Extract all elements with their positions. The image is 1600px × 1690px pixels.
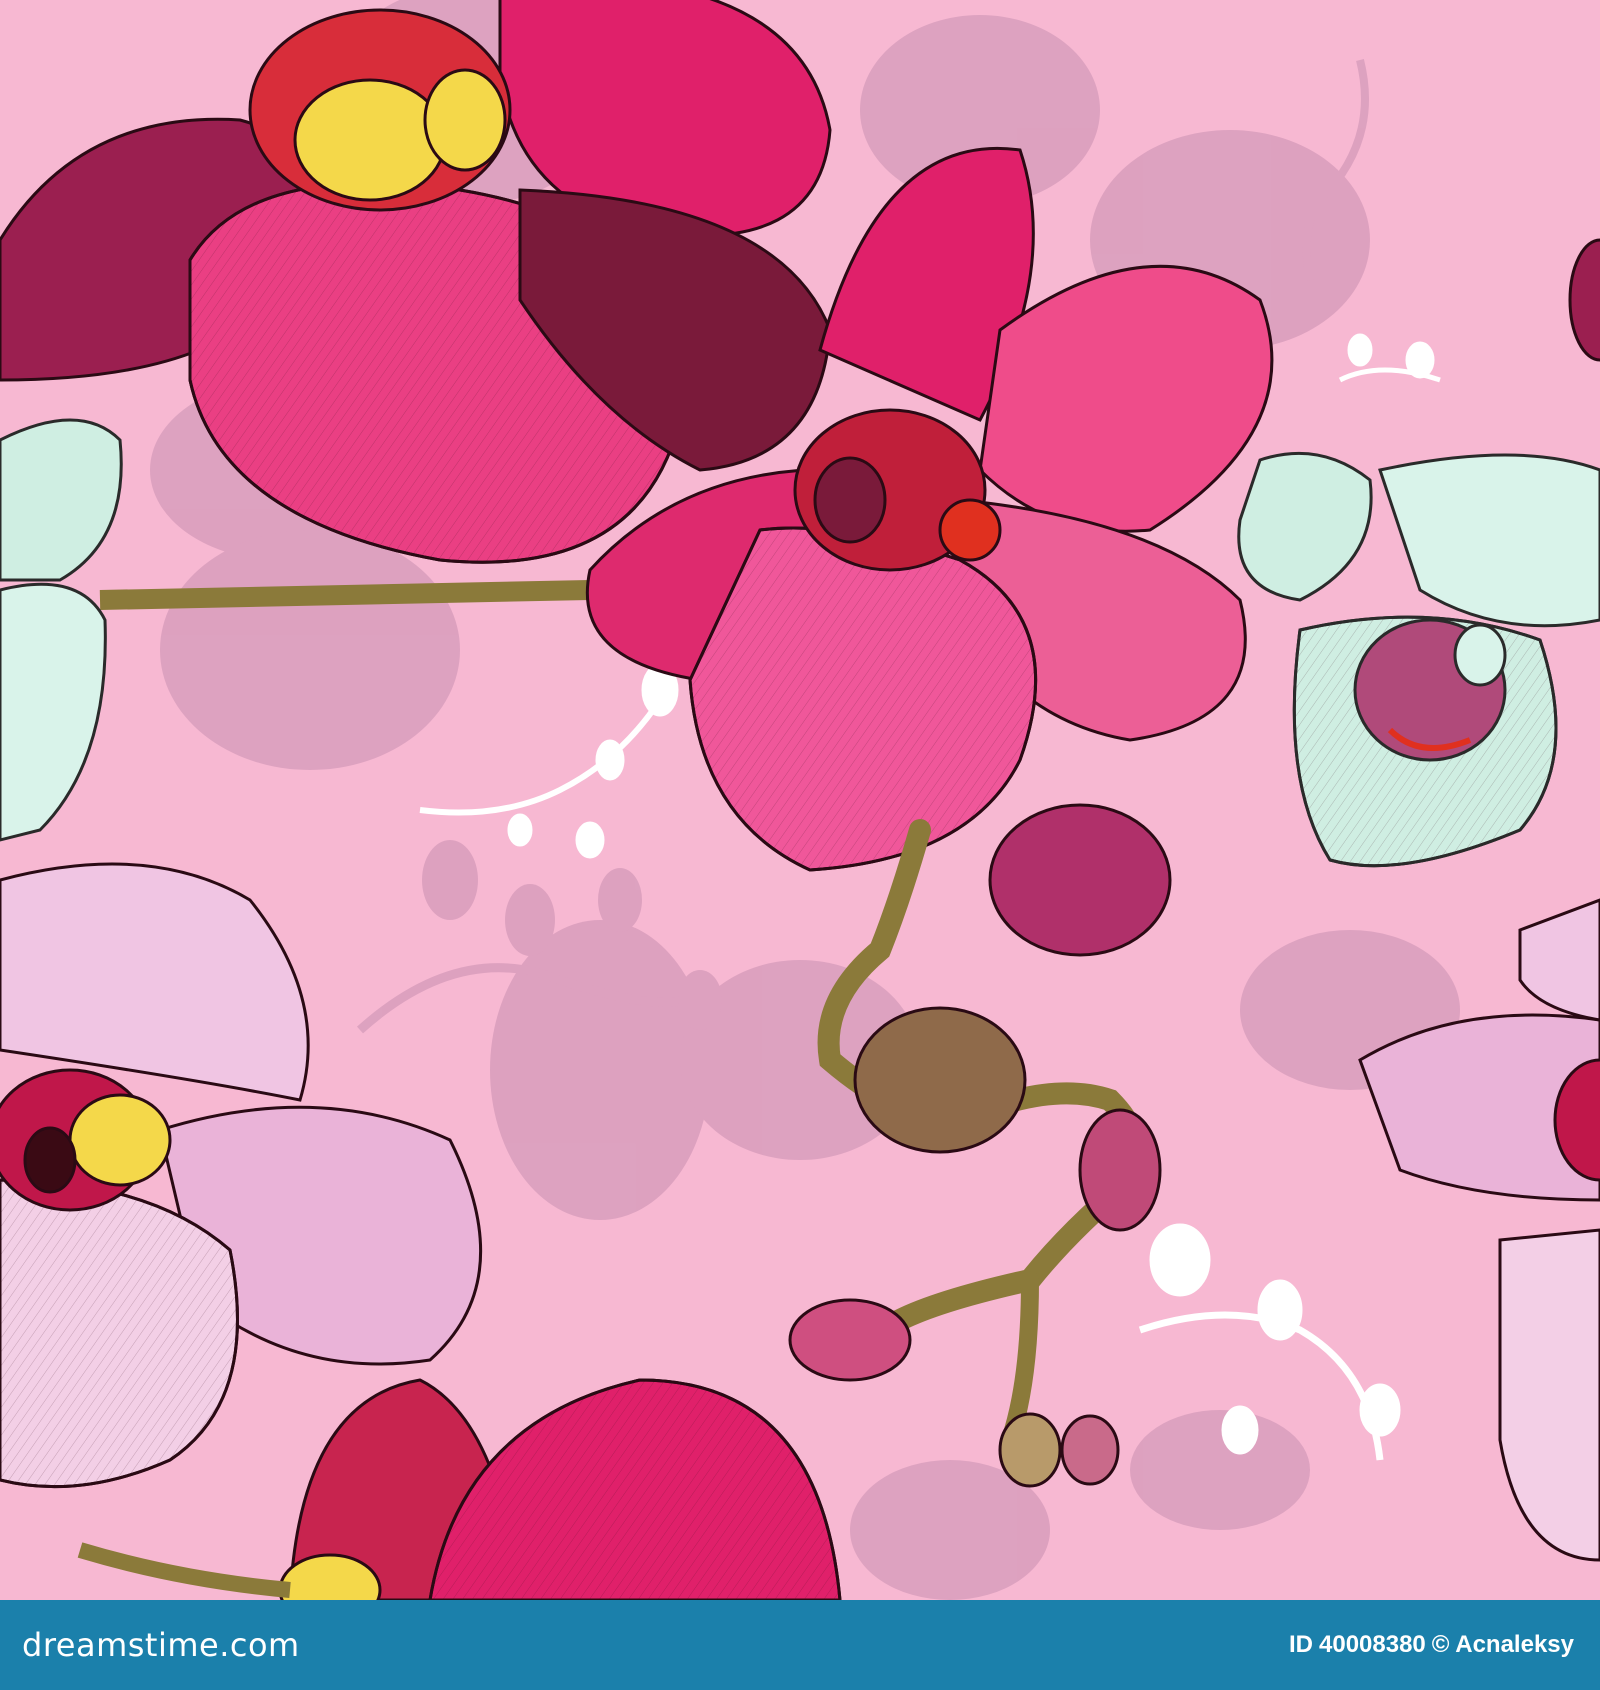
stock-footer-bar: dreamstime.com ID 40008380 © Acnaleksy [0,1600,1600,1690]
stem-left [99,580,591,610]
copyright-author: © Acnaleksy [1431,1631,1574,1658]
magenta-orchid-bottom [278,1378,842,1600]
image-id: 40008380 [1319,1631,1426,1658]
image-credit: ID 40008380 © Acnaleksy [1283,1600,1574,1690]
id-label: ID [1289,1631,1313,1658]
orchid-pattern-artwork [0,0,1600,1600]
dreamstime-brand: dreamstime.com [22,1626,300,1664]
stock-image-frame: dreamstime.com ID 40008380 © Acnaleksy [0,0,1600,1690]
